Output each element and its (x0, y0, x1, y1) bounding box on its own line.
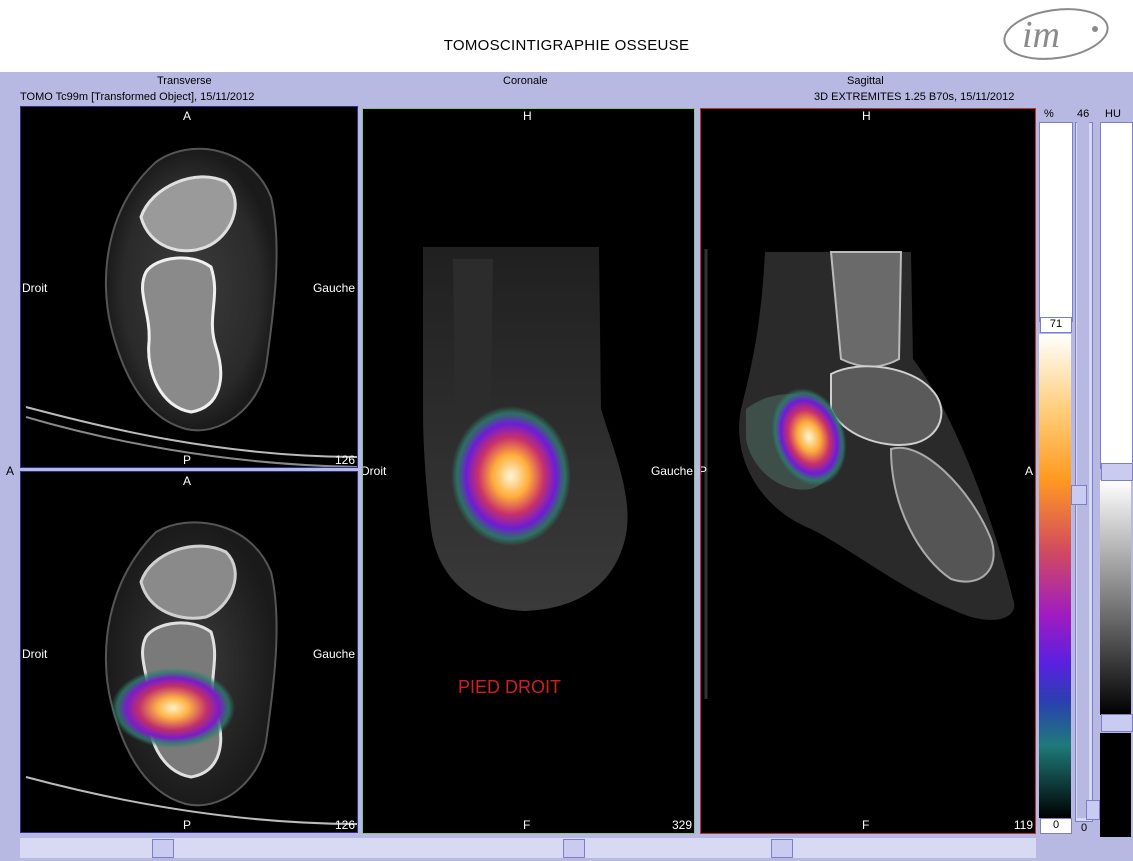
sagittal-slice-slider[interactable] (771, 839, 793, 858)
percent-label: % (1044, 108, 1054, 120)
orientation-right: A (1024, 464, 1033, 478)
im-logo: im (1000, 5, 1112, 63)
orientation-left: P (701, 464, 707, 478)
slice-number: 126 (334, 818, 355, 832)
window-slider-fill (1077, 122, 1089, 818)
hu-bar-top (1100, 122, 1133, 469)
transverse-slice-slider[interactable] (152, 839, 174, 858)
viewport-transverse-ct[interactable]: A P Droit Gauche 126 (20, 106, 358, 468)
study-info-right: 3D EXTREMITES 1.25 B70s, 15/11/2012 (814, 91, 1015, 103)
transverse-ct-image (25, 147, 357, 467)
orientation-top: H (862, 109, 871, 123)
logo-text: im (1022, 14, 1060, 56)
hu-upper-handle[interactable] (1101, 463, 1133, 481)
orientation-top: H (523, 109, 532, 123)
report-header (0, 0, 1133, 72)
coronal-image (423, 247, 628, 611)
orientation-top: A (183, 474, 192, 488)
coronal-slice-slider[interactable] (563, 839, 585, 858)
window-slider-thumb[interactable] (1071, 485, 1087, 505)
column-label-transverse: Transverse (157, 75, 212, 87)
orientation-right: Gauche (312, 281, 355, 295)
orientation-right: Gauche (312, 647, 355, 661)
column-label-coronal: Coronale (503, 75, 548, 87)
window-bottom-value: 0 (1081, 822, 1088, 834)
hu-lower-handle[interactable] (1101, 714, 1133, 732)
orientation-left: Droit (22, 647, 48, 661)
orientation-top: A (183, 109, 192, 123)
hu-bar-bottom (1100, 733, 1131, 837)
pet-colorbar (1039, 334, 1071, 818)
orientation-right: Gauche (650, 464, 693, 478)
viewport-coronal[interactable]: H F Droit Gauche 329 PIED DROIT (362, 108, 695, 834)
ct-grayscale-bar (1100, 480, 1131, 715)
orientation-bottom: P (183, 818, 192, 832)
colorbar-top-blank (1039, 122, 1073, 322)
window-value: 46 (1077, 108, 1090, 120)
slice-number: 126 (334, 453, 355, 467)
orientation-left: Droit (362, 464, 387, 478)
side-annotation: PIED DROIT (458, 677, 562, 697)
slice-number: 329 (671, 818, 692, 832)
hu-label: HU (1105, 108, 1121, 120)
slice-number: 119 (1013, 818, 1033, 832)
viewport-transverse-fused[interactable]: A P Droit Gauche 126 (20, 471, 358, 833)
colorbar-upper-value[interactable]: 71 (1040, 317, 1072, 333)
viewport-sagittal[interactable]: H F P A 119 (700, 108, 1036, 834)
sagittal-image (704, 249, 1015, 699)
page-title: TOMOSCINTIGRAPHIE OSSEUSE (443, 37, 690, 54)
orientation-bottom: F (523, 818, 531, 832)
level-slider-thumb[interactable] (1086, 800, 1100, 820)
transverse-fused-image (25, 521, 357, 825)
edge-label-a: A (6, 464, 15, 478)
colorbar-lower-value[interactable]: 0 (1040, 818, 1072, 834)
column-label-sagittal: Sagittal (847, 75, 884, 87)
orientation-left: Droit (22, 281, 48, 295)
orientation-bottom: F (862, 818, 870, 832)
study-info-left: TOMO Tc99m [Transformed Object], 15/11/2… (20, 91, 255, 103)
orientation-bottom: P (183, 453, 192, 467)
